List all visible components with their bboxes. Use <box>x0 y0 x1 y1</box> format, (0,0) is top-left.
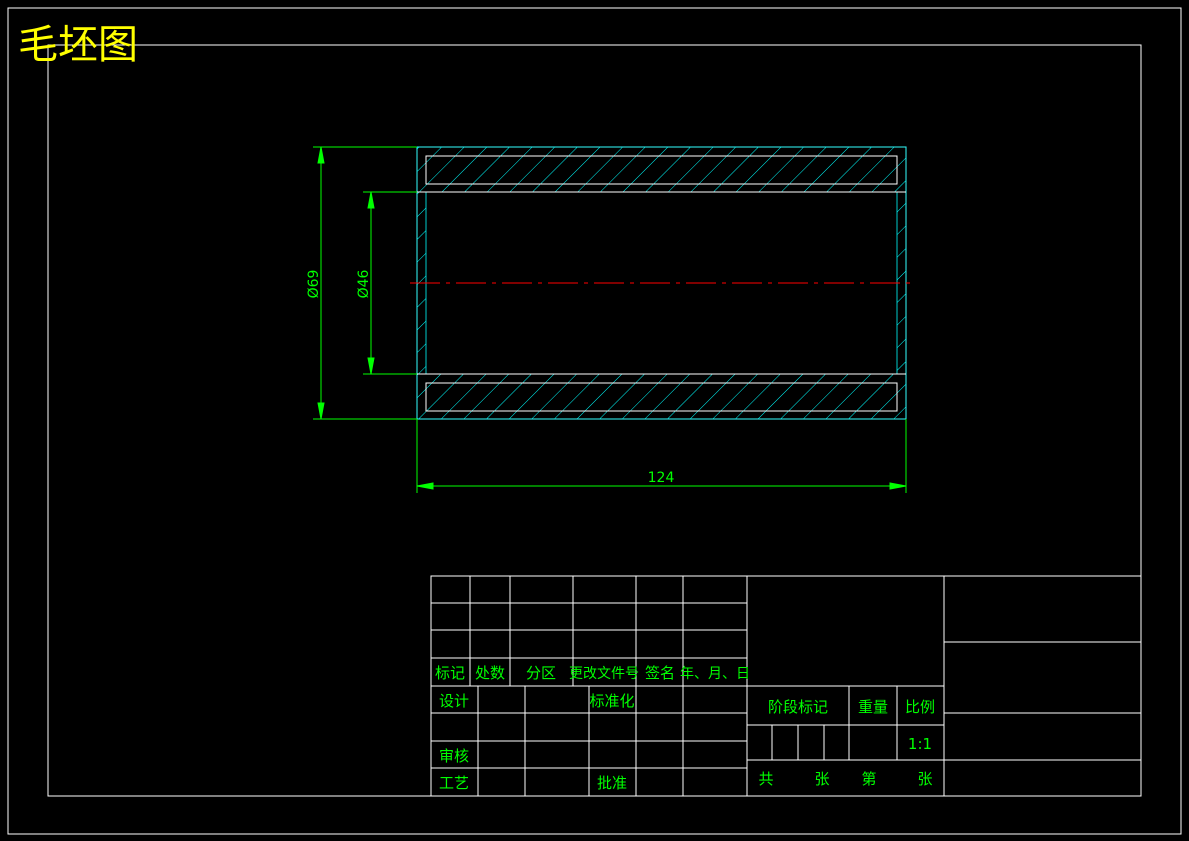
tb-sheet-unit2: 张 <box>917 770 932 788</box>
tb-sheet-no: 第 <box>861 770 876 788</box>
hatch-bottom-wall <box>416 373 907 420</box>
tb-approve: 批准 <box>597 774 627 792</box>
tb-process: 工艺 <box>439 774 469 792</box>
tb-rev-header-sign: 签名 <box>645 664 675 682</box>
drawing-canvas: 毛坯图 Ø69 Ø46 124 标记 处数 分区 更改文件号 签名 年、月、日 … <box>7 7 1182 835</box>
title-block <box>430 575 1142 797</box>
dim-length-label: 124 <box>648 470 675 486</box>
drawing-title: 毛坯图 <box>18 22 138 68</box>
tb-rev-header-zone: 分区 <box>526 664 556 682</box>
tb-weight: 重量 <box>858 698 888 716</box>
dim-outer-diameter-label: Ø69 <box>306 270 322 299</box>
tb-stage-mark: 阶段标记 <box>768 698 828 716</box>
tb-rev-header-count: 处数 <box>475 664 505 682</box>
tb-rev-header-date: 年、月、日 <box>680 666 750 682</box>
tb-review: 审核 <box>439 747 469 765</box>
tb-scale-label: 比例 <box>905 698 935 716</box>
tb-scale-value: 1:1 <box>908 735 932 753</box>
dim-inner-diameter-label: Ø46 <box>356 269 372 298</box>
hatch-top-wall <box>416 146 907 193</box>
tb-design: 设计 <box>439 692 469 710</box>
tb-rev-header-mark: 标记 <box>435 664 465 682</box>
outer-frame <box>7 7 1182 835</box>
tb-rev-header-docno: 更改文件号 <box>569 666 639 682</box>
tb-sheet-unit: 张 <box>814 770 829 788</box>
tb-standardize: 标准化 <box>589 692 634 710</box>
tb-total: 共 <box>758 770 773 788</box>
